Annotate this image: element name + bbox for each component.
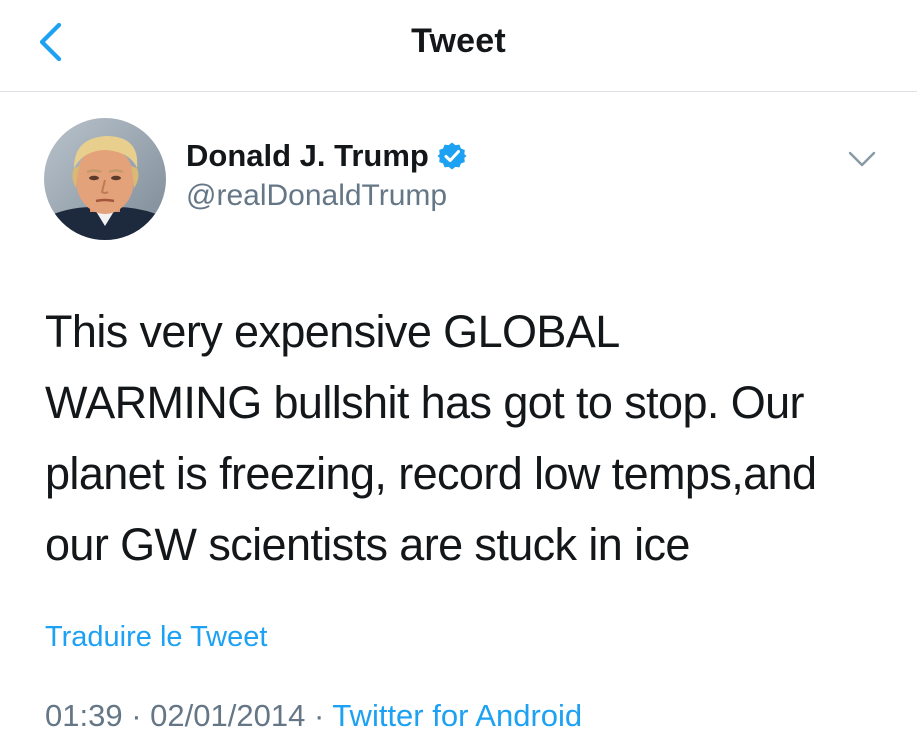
tweet-date: 02/01/2014	[150, 698, 306, 733]
tweet-menu-button[interactable]	[846, 147, 878, 171]
tweet-source-link[interactable]: Twitter for Android	[332, 698, 582, 733]
author-name-row[interactable]: Donald J. Trump	[186, 136, 467, 176]
author-name: Donald J. Trump	[186, 138, 429, 173]
avatar[interactable]	[44, 118, 166, 240]
page-title: Tweet	[411, 22, 506, 60]
top-nav-bar: Tweet	[0, 0, 917, 92]
translate-tweet-link[interactable]: Traduire le Tweet	[45, 621, 267, 654]
tweet-detail-screen: Tweet Donald J. Trump @realDonaldTrump T…	[0, 0, 917, 750]
verified-badge-icon	[437, 142, 467, 170]
meta-separator: ·	[131, 698, 142, 733]
profile-photo	[44, 118, 166, 240]
tweet-time: 01:39	[45, 698, 123, 733]
tweet-metadata: 01:39 · 02/01/2014 · Twitter for Android	[45, 698, 582, 734]
meta-separator: ·	[313, 698, 325, 733]
author-handle[interactable]: @realDonaldTrump	[186, 179, 447, 213]
chevron-down-icon	[848, 151, 876, 167]
tweet-text: This very expensive GLOBAL WARMING bulls…	[45, 306, 817, 570]
